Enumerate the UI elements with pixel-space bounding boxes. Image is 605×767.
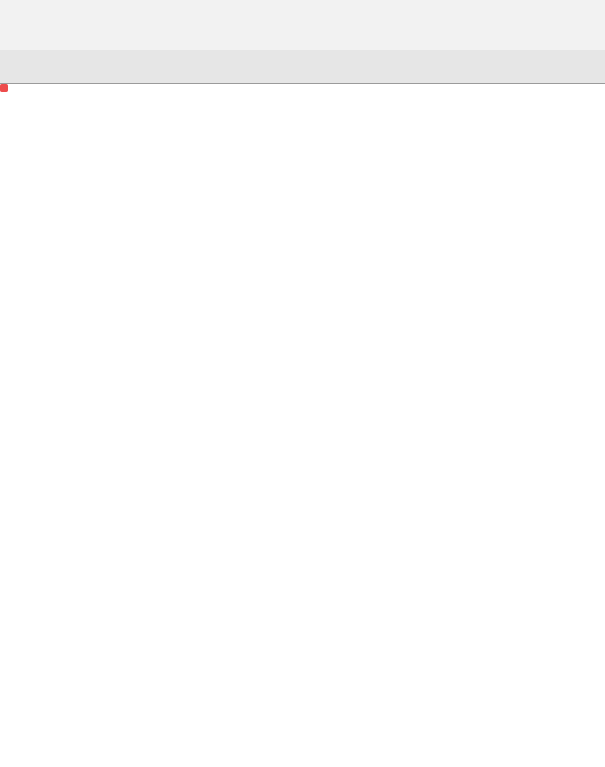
menu-bar [0, 0, 605, 24]
tab-bar [0, 50, 605, 84]
toolbar [0, 24, 605, 50]
editor-code-area[interactable] [0, 84, 605, 767]
notepad-plus-plus-window [0, 0, 605, 767]
